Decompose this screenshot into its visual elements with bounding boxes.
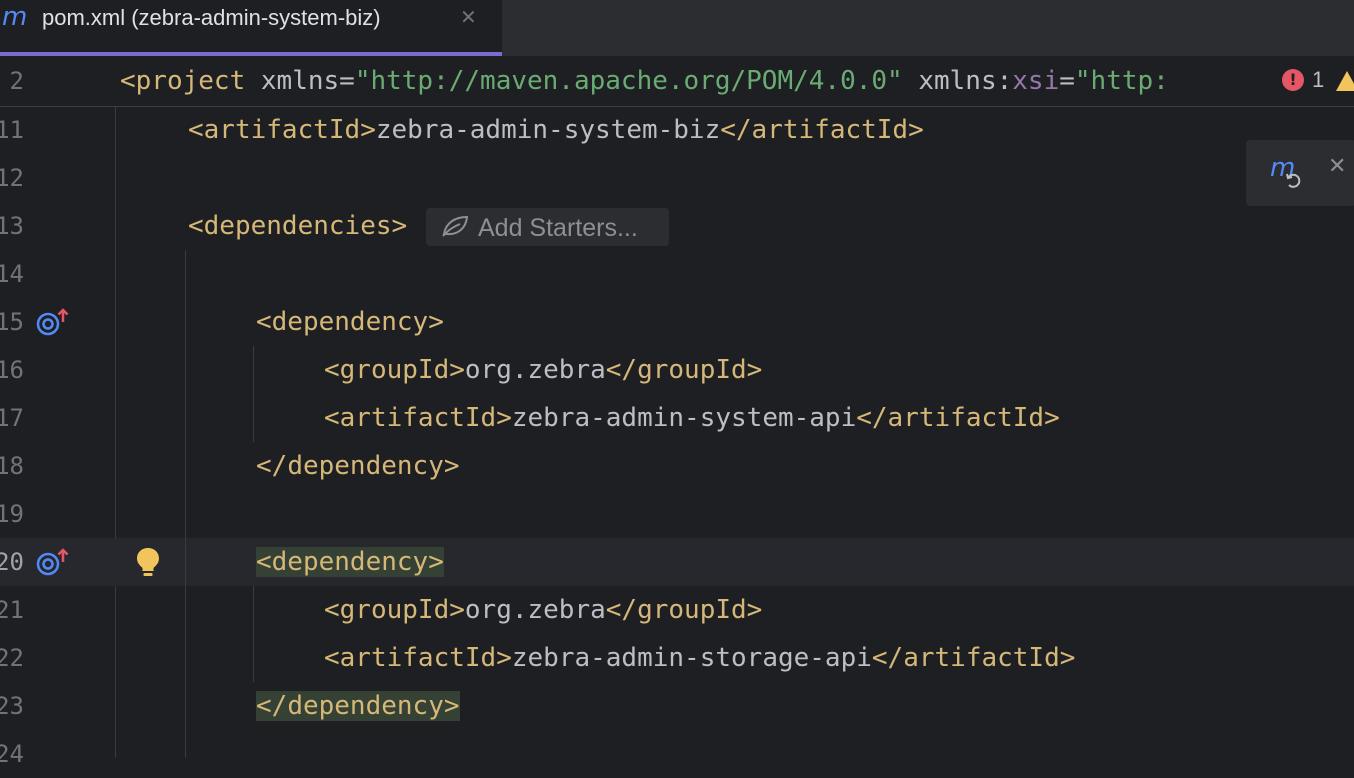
code-line: <artifactId>zebra-admin-storage-api</art…: [324, 643, 1076, 673]
xml-attribute-value: "http://maven.apache.org/POM/4.0.0": [354, 66, 903, 96]
add-starters-button[interactable]: Add Starters...: [426, 208, 669, 246]
line-number: 15: [0, 308, 24, 336]
line-number: 22: [0, 644, 24, 672]
indent-guide: [185, 250, 186, 758]
indent-guide: [253, 346, 254, 442]
code-line: <dependencies>: [188, 211, 408, 241]
line-number: 16: [0, 356, 24, 384]
xml-tag: project: [135, 66, 246, 96]
code-row[interactable]: 22 <artifactId>zebra-admin-storage-api</…: [0, 634, 1354, 682]
code-line: </dependency>: [256, 682, 460, 730]
line-number: 2: [9, 67, 24, 95]
code-row[interactable]: 21 <groupId>org.zebra</groupId>: [0, 586, 1354, 634]
xml-attribute: xmlns=: [245, 66, 355, 96]
code-row[interactable]: 15 <dependency>: [0, 298, 1354, 346]
code-row[interactable]: 12: [0, 154, 1354, 202]
code-line: <dependency>: [256, 538, 444, 586]
line-number: 19: [0, 500, 24, 528]
code-token: =: [1059, 66, 1075, 96]
line-number: 21: [0, 596, 24, 624]
indent-guide: [253, 586, 254, 682]
maven-icon: m: [2, 2, 28, 32]
warning-icon[interactable]: [1336, 71, 1354, 91]
xml-attribute-value: "http:: [1074, 66, 1169, 96]
add-starters-label: Add Starters...: [478, 214, 638, 242]
code-row[interactable]: 13 <dependencies>: [0, 202, 1354, 250]
sticky-line[interactable]: 2 <project xmlns="http://maven.apache.or…: [0, 56, 1354, 107]
code-row[interactable]: 23 </dependency>: [0, 682, 1354, 730]
code-row[interactable]: 18 </dependency>: [0, 442, 1354, 490]
close-icon[interactable]: ✕: [460, 4, 477, 30]
close-icon[interactable]: ✕: [1328, 154, 1346, 179]
tab-title: pom.xml (zebra-admin-system-biz): [42, 5, 381, 30]
maven-reload-popup: m ✕: [1246, 140, 1354, 206]
line-number: 12: [0, 164, 24, 192]
code-line: <groupId>org.zebra</groupId>: [324, 355, 763, 385]
line-number: 17: [0, 404, 24, 432]
code-row[interactable]: 24: [0, 730, 1354, 778]
code-row[interactable]: 14: [0, 250, 1354, 298]
xml-attribute: xmlns:: [902, 66, 1013, 96]
line-number: 14: [0, 260, 24, 288]
line-number: 20: [0, 548, 24, 576]
code-row[interactable]: 19: [0, 490, 1354, 538]
brace-highlight: <dependency>: [256, 547, 444, 577]
implemented-dependency-icon[interactable]: [36, 308, 70, 336]
line-number: 18: [0, 452, 24, 480]
line-number: 23: [0, 692, 24, 720]
code-line: <artifactId>zebra-admin-system-biz</arti…: [188, 115, 924, 145]
lightbulb-icon[interactable]: [134, 546, 162, 578]
error-icon: !: [1282, 69, 1304, 91]
implemented-dependency-icon[interactable]: [36, 548, 70, 576]
editor-tab-bar: m pom.xml (zebra-admin-system-biz) ✕: [0, 0, 1354, 56]
code-row[interactable]: 11 <artifactId>zebra-admin-system-biz</a…: [0, 106, 1354, 154]
xml-namespace: xsi: [1012, 66, 1060, 96]
code-row-current[interactable]: 20 <dependency>: [0, 538, 1354, 586]
tab-pom-xml[interactable]: m pom.xml (zebra-admin-system-biz) ✕: [0, 0, 502, 56]
code-row[interactable]: 16 <groupId>org.zebra</groupId>: [0, 346, 1354, 394]
maven-reload-icon[interactable]: m: [1270, 154, 1306, 190]
code-token: <: [120, 66, 136, 96]
code-line: <project xmlns="http://maven.apache.org/…: [120, 57, 1169, 105]
error-count: 1: [1312, 67, 1325, 92]
line-number: 13: [0, 212, 24, 240]
line-number: 24: [0, 740, 24, 768]
code-editor[interactable]: 2 <project xmlns="http://maven.apache.or…: [0, 56, 1354, 768]
code-line: </dependency>: [256, 451, 460, 481]
svg-text:m: m: [1270, 154, 1295, 183]
brace-highlight: </dependency>: [256, 691, 460, 721]
code-line: <groupId>org.zebra</groupId>: [324, 595, 763, 625]
code-line: <dependency>: [256, 307, 444, 337]
code-row[interactable]: 17 <artifactId>zebra-admin-system-api</a…: [0, 394, 1354, 442]
code-line: <artifactId>zebra-admin-system-api</arti…: [324, 403, 1060, 433]
line-number: 11: [0, 116, 24, 144]
spring-leaf-icon: [442, 215, 469, 237]
